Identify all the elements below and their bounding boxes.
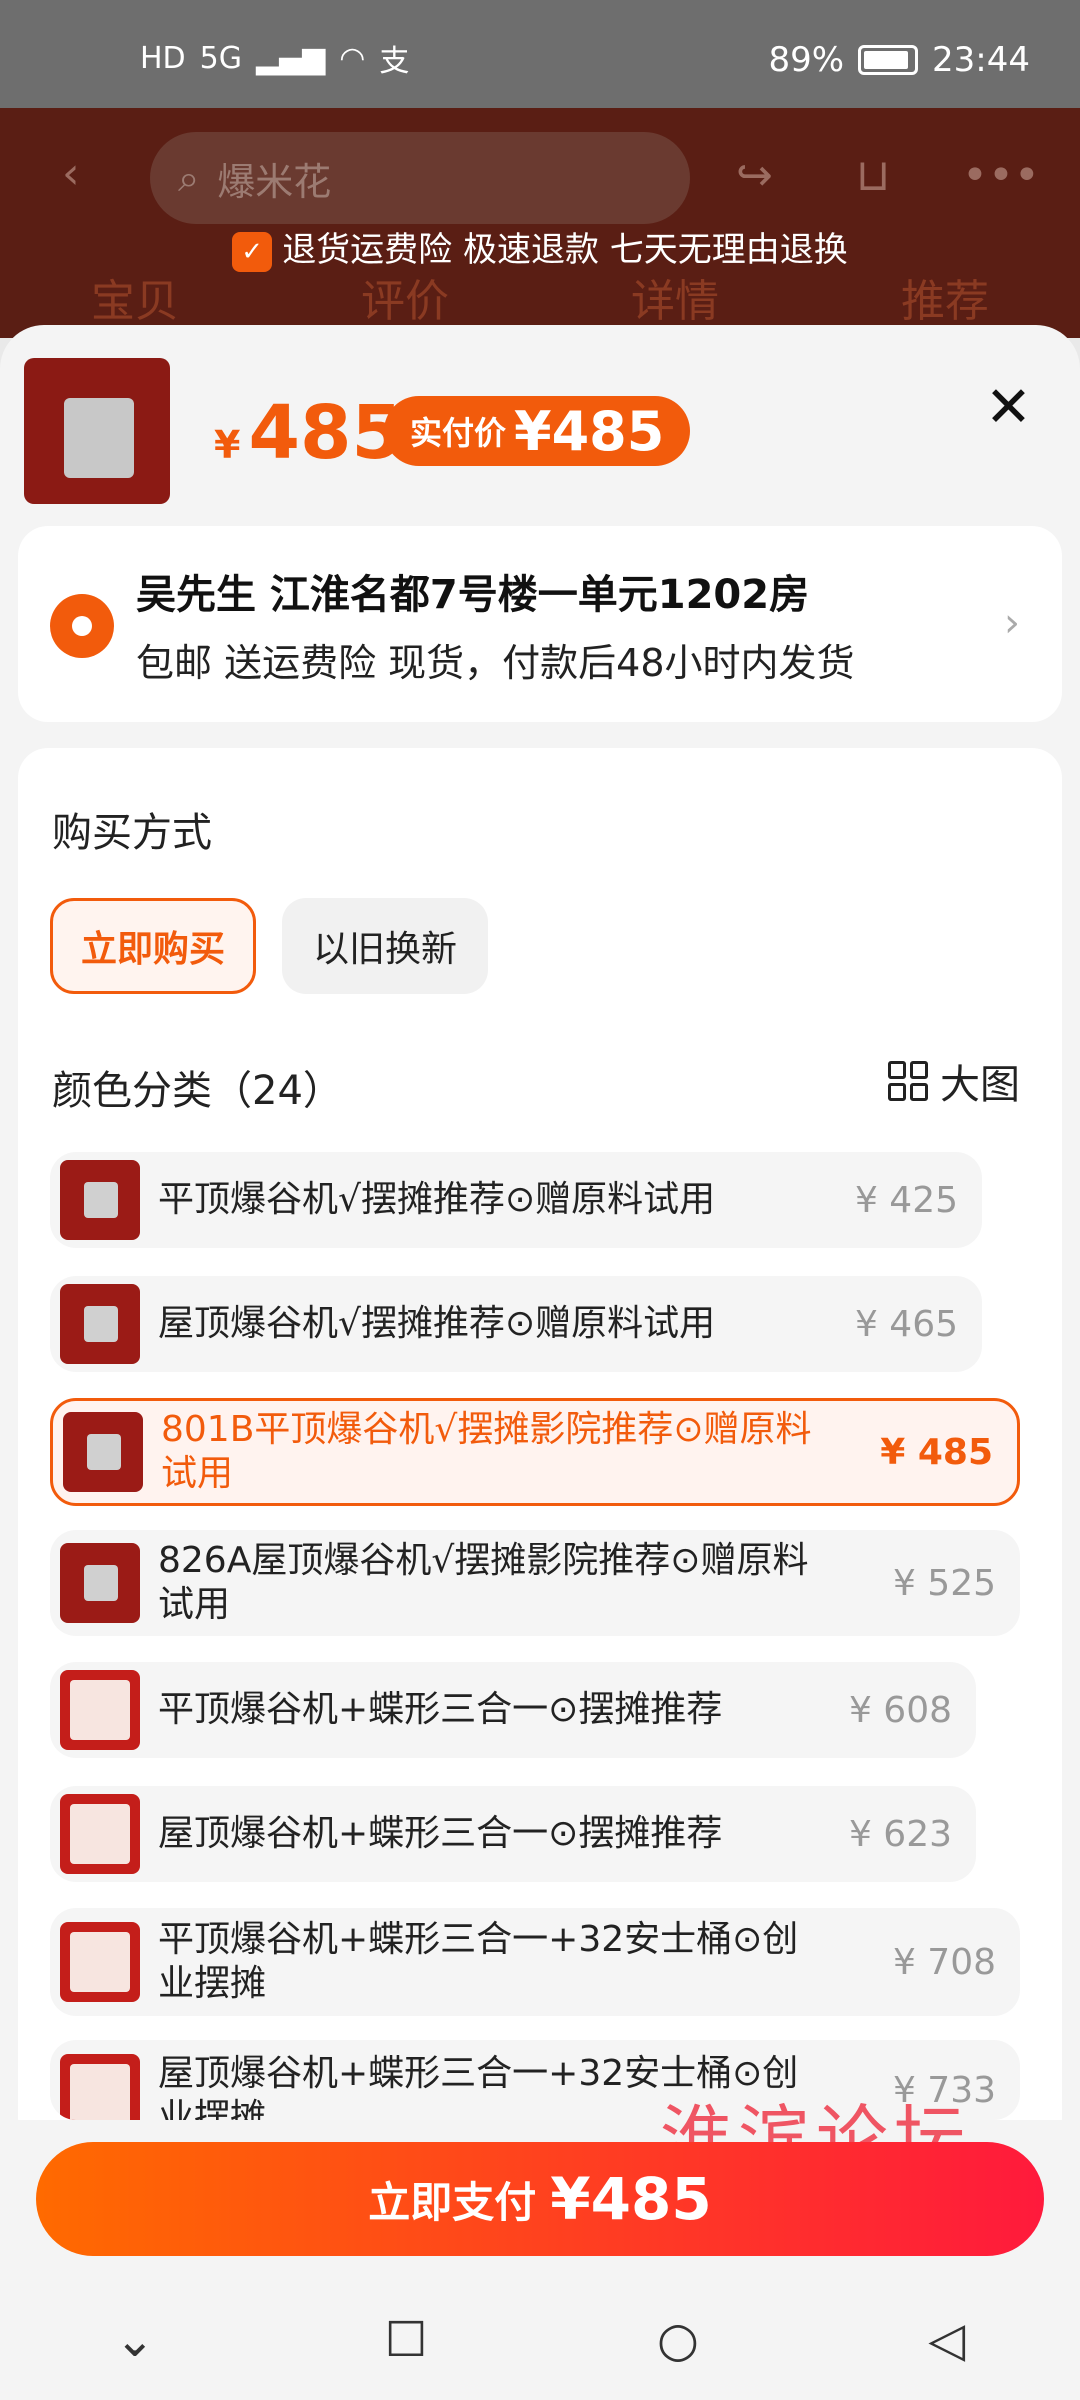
recents-icon[interactable]: ☐ <box>384 2312 427 2368</box>
sku-option[interactable]: 屋顶爆谷机+蝶形三合一⊙摆摊推荐 ¥ 623 <box>50 1786 976 1882</box>
purchase-method-title: 购买方式 <box>52 810 212 856</box>
real-price-badge: 实付价 ¥485 <box>384 396 691 466</box>
battery-percent: 89% <box>768 40 845 80</box>
tab-details[interactable]: 详情 <box>631 265 719 329</box>
status-left: HD 5G ▂▄▆ ◠ 支 <box>140 36 409 80</box>
shipping-info: 包邮 送运费险 现货，付款后48小时内发货 <box>136 641 855 685</box>
sku-option[interactable]: 平顶爆谷机√摆摊推荐⊙赠原料试用 ¥ 425 <box>50 1152 982 1248</box>
sku-option[interactable]: 屋顶爆谷机√摆摊推荐⊙赠原料试用 ¥ 465 <box>50 1276 982 1372</box>
sku-name: 平顶爆谷机+蝶形三合一+32安士桶⊙创业摆摊 <box>158 1919 799 2004</box>
sku-price: ¥ 425 <box>854 1179 958 1221</box>
battery-icon <box>858 45 919 75</box>
price-value: 485 <box>248 390 403 476</box>
cart-icon[interactable]: ⊔ <box>856 150 890 201</box>
home-icon[interactable]: ○ <box>657 2312 699 2368</box>
sku-thumbnail <box>63 1412 143 1492</box>
search-icon: ⌕ <box>178 155 200 200</box>
tab-reviews[interactable]: 评价 <box>361 265 449 329</box>
sku-option[interactable]: 平顶爆谷机+蝶形三合一+32安士桶⊙创业摆摊 ¥ 708 <box>50 1908 1020 2016</box>
big-image-label: 大图 <box>940 1062 1020 1108</box>
tab-recommend[interactable]: 推荐 <box>901 265 989 329</box>
pay-amount: ¥485 <box>550 2165 712 2233</box>
tab-item[interactable]: 宝贝 <box>91 265 179 329</box>
address-card[interactable] <box>18 526 1062 722</box>
search-text: 爆米花 <box>217 159 332 204</box>
sku-name: 801B平顶爆谷机√摆摊影院推荐⊙赠原料试用 <box>161 1409 812 1494</box>
sku-thumbnail <box>60 1543 140 1623</box>
sku-name: 屋顶爆谷机+蝶形三合一⊙摆摊推荐 <box>158 1813 723 1854</box>
big-image-toggle[interactable]: 大图 <box>888 1052 1020 1110</box>
chevron-down-icon[interactable]: ⌄ <box>115 2312 155 2368</box>
real-price-value: ¥485 <box>514 399 665 463</box>
wifi-icon: ◠ <box>339 40 366 76</box>
sku-price: ¥ 525 <box>892 1562 996 1604</box>
hd-icon: HD <box>140 40 186 76</box>
promo-text: 退货运费险 极速退款 七天无理由退换 <box>282 230 848 270</box>
sku-thumbnail <box>60 1670 140 1750</box>
sku-thumbnail <box>60 2054 140 2120</box>
address-recipient: 吴先生 江淮名都7号楼一单元1202房 <box>136 572 810 618</box>
trade-in-option[interactable]: 以旧换新 <box>282 898 488 994</box>
back-icon[interactable]: ‹ <box>62 148 80 199</box>
location-pin-icon <box>50 594 114 658</box>
sku-price: ¥ 465 <box>854 1303 958 1345</box>
currency-symbol: ¥ <box>214 423 241 467</box>
search-bar[interactable]: ⌕ 爆米花 <box>150 132 690 224</box>
sku-thumbnail <box>60 1160 140 1240</box>
sku-price: ¥ 708 <box>892 1941 996 1983</box>
share-icon[interactable]: ↪ <box>736 150 773 201</box>
real-price-label: 实付价 <box>410 414 507 452</box>
pay-now-button[interactable]: 立即支付 ¥485 <box>36 2142 1044 2256</box>
sku-thumbnail <box>60 1922 140 2002</box>
sku-name: 屋顶爆谷机√摆摊推荐⊙赠原料试用 <box>158 1303 716 1344</box>
sku-thumbnail <box>60 1284 140 1364</box>
sku-price: ¥ 608 <box>848 1689 952 1731</box>
product-thumbnail[interactable] <box>24 358 170 504</box>
page-tabs: 宝贝 评价 详情 推荐 <box>0 265 1080 329</box>
clock: 23:44 <box>932 40 1030 80</box>
grid-icon <box>888 1061 928 1101</box>
signal-label: 5G <box>199 40 243 76</box>
more-icon[interactable]: ••• <box>962 150 1040 201</box>
product-price: ¥485 <box>214 390 403 476</box>
status-bar: HD 5G ▂▄▆ ◠ 支 89% 23:44 <box>0 0 1080 108</box>
sku-name: 平顶爆谷机√摆摊推荐⊙赠原料试用 <box>158 1179 716 1220</box>
alipay-icon: 支 <box>379 44 410 79</box>
sku-price: ¥ 485 <box>880 1431 993 1473</box>
close-icon[interactable]: ✕ <box>985 375 1032 440</box>
back-triangle-icon[interactable]: ◁ <box>928 2312 965 2368</box>
pay-label: 立即支付 <box>368 2177 537 2227</box>
system-nav-bar: ⌄ ☐ ○ ◁ <box>0 2280 1080 2400</box>
sku-name: 平顶爆谷机+蝶形三合一⊙摆摊推荐 <box>158 1689 723 1730</box>
signal-icon: ▂▄▆ <box>256 40 326 76</box>
chevron-right-icon: › <box>1004 600 1020 646</box>
sku-name: 826A屋顶爆谷机√摆摊影院推荐⊙赠原料试用 <box>158 1540 809 1625</box>
sku-option-selected[interactable]: 801B平顶爆谷机√摆摊影院推荐⊙赠原料试用 ¥ 485 <box>50 1398 1020 1506</box>
status-right: 89% 23:44 <box>768 40 1030 80</box>
sku-option[interactable]: 826A屋顶爆谷机√摆摊影院推荐⊙赠原料试用 ¥ 525 <box>50 1530 1020 1636</box>
sku-option[interactable]: 平顶爆谷机+蝶形三合一⊙摆摊推荐 ¥ 608 <box>50 1662 976 1758</box>
sku-price: ¥ 623 <box>848 1813 952 1855</box>
color-category-title: 颜色分类（24） <box>52 1068 343 1114</box>
sku-thumbnail <box>60 1794 140 1874</box>
buy-now-option[interactable]: 立即购买 <box>50 898 256 994</box>
